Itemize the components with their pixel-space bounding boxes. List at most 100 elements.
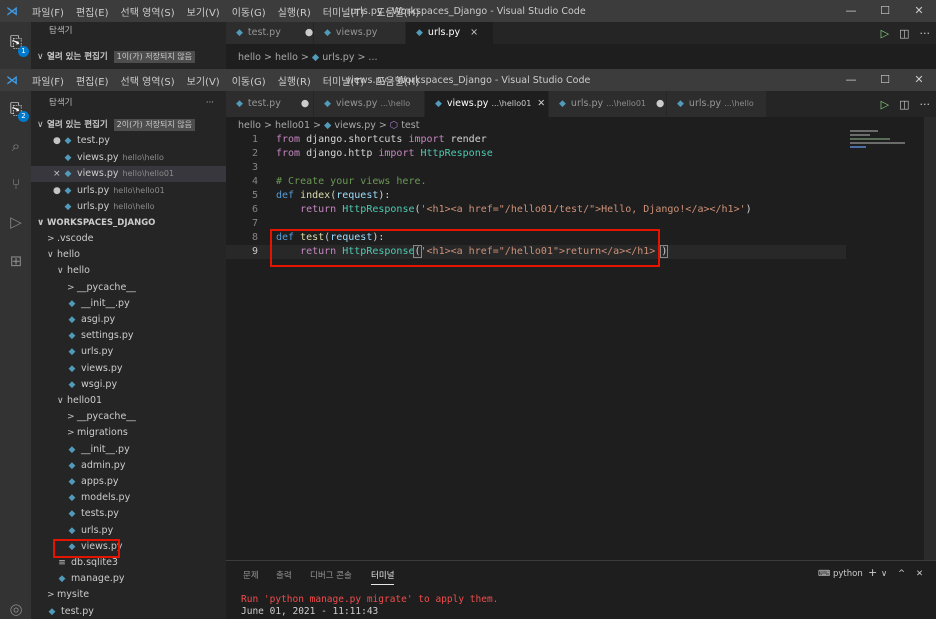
tree-file[interactable]: ◆ tests.py — [31, 506, 226, 522]
editor-scrollbar[interactable] — [924, 117, 936, 560]
open-editors-header[interactable]: ∨ 열려 있는 편집기 2이(가) 저장되지 않음 — [31, 117, 226, 133]
menu-file[interactable]: 파일(F) — [32, 73, 64, 88]
terminal-selector[interactable]: ⌨ python — [818, 569, 863, 579]
back-breadcrumb: hello > hello > ◆ urls.py > ... — [238, 52, 378, 63]
tree-folder[interactable]: > migrations — [31, 425, 226, 441]
breadcrumb-hello[interactable]: hello — [238, 120, 261, 131]
tree-file[interactable]: ◆ apps.py — [31, 474, 226, 490]
menu-terminal[interactable]: 터미널(T) — [323, 4, 365, 19]
tab-problems[interactable]: 문제 — [243, 569, 259, 581]
unsaved-dot-icon: ● — [300, 98, 310, 109]
account-icon[interactable]: ◎ — [6, 599, 26, 619]
code-line-1: 1 from django.shortcuts import render — [251, 134, 487, 145]
menu-go[interactable]: 이동(G) — [232, 73, 266, 88]
tree-file[interactable]: ◆ views.py — [31, 361, 226, 377]
minimize-button[interactable]: — — [834, 69, 868, 91]
menu-file[interactable]: 파일(F) — [32, 4, 64, 19]
menu-edit[interactable]: 편집(E) — [76, 4, 109, 19]
tree-file[interactable]: ◆ asgi.py — [31, 312, 226, 328]
tree-file[interactable]: ◆ __init__.py — [31, 442, 226, 458]
menu-view[interactable]: 보기(V) — [187, 4, 220, 19]
tree-folder[interactable]: > __pycache__ — [31, 280, 226, 296]
explorer-more-icon[interactable]: ··· — [206, 91, 214, 115]
menu-view[interactable]: 보기(V) — [187, 73, 220, 88]
back-sidebar: 탐색기 ∨ 열려 있는 편집기 1이(가) 저장되지 않음 — [31, 22, 226, 69]
chevron-down-icon: ∨ — [57, 396, 64, 406]
tree-folder[interactable]: > mysite — [31, 587, 226, 603]
breadcrumb-file[interactable]: views.py — [334, 120, 376, 131]
workspace-header[interactable]: ∨ WORKSPACES_DJANGO — [31, 215, 226, 231]
more-actions-icon[interactable]: ··· — [920, 27, 931, 40]
close-panel-button[interactable]: ✕ — [916, 569, 923, 579]
menu-selection[interactable]: 선택 영역(S) — [121, 4, 175, 19]
split-editor-icon[interactable]: ◫ — [899, 98, 909, 111]
open-editor-item[interactable]: ● ◆ test.py — [31, 133, 226, 149]
chevron-down-icon: ∨ — [47, 250, 54, 261]
menu-run[interactable]: 실행(R) — [278, 4, 311, 19]
menu-run[interactable]: 실행(R) — [278, 73, 311, 88]
menu-help[interactable]: 도움말(H) — [376, 4, 419, 19]
maximize-button[interactable]: ☐ — [868, 69, 902, 91]
tree-file[interactable]: ◆ admin.py — [31, 458, 226, 474]
run-icon[interactable]: ▷ — [881, 98, 889, 111]
minimap[interactable] — [850, 130, 920, 150]
menu-edit[interactable]: 편집(E) — [76, 73, 109, 88]
tab-terminal[interactable]: 터미널 — [371, 569, 395, 585]
open-editor-item[interactable]: ◆ urls.py hello\hello — [31, 199, 226, 215]
back-tab-views[interactable]: ◆ views.py — [314, 22, 406, 44]
extensions-icon[interactable]: ⊞ — [6, 251, 26, 271]
python-file-icon: ◆ — [64, 202, 72, 212]
close-window-button[interactable]: ✕ — [902, 0, 936, 22]
tree-file[interactable]: ◆ test.py — [31, 604, 226, 619]
tree-file[interactable]: ◆ urls.py — [31, 523, 226, 539]
back-tab-test[interactable]: ◆ test.py ● — [226, 22, 314, 44]
tree-file[interactable]: ◆ models.py — [31, 490, 226, 506]
tree-file[interactable]: ◆ __init__.py — [31, 296, 226, 312]
search-icon[interactable]: ⌕ — [6, 136, 26, 156]
tree-folder[interactable]: > __pycache__ — [31, 409, 226, 425]
tree-folder[interactable]: ∨ hello — [31, 247, 226, 263]
source-control-icon[interactable]: ⑂ — [6, 174, 26, 194]
editor-tab-bar: ◆ test.py ● ◆ views.py ...\hello ◆ views.py … — [226, 91, 936, 117]
tree-folder[interactable]: ∨ hello — [31, 263, 226, 279]
tab-output[interactable]: 출력 — [276, 569, 292, 581]
maximize-panel-button[interactable]: ^ — [898, 569, 905, 579]
tab-urls-hello01[interactable]: ◆ urls.py ...\hello01 ● — [549, 91, 667, 117]
maximize-button[interactable]: ☐ — [868, 0, 902, 22]
back-tab-urls[interactable]: ◆ urls.py × — [406, 22, 494, 44]
tree-file[interactable]: ◆ wsgi.py — [31, 377, 226, 393]
editor-state-icon[interactable]: × — [53, 166, 63, 182]
run-icon[interactable]: ▷ — [881, 27, 889, 40]
python-file-icon: ◆ — [64, 136, 72, 146]
breadcrumb-symbol[interactable]: test — [401, 120, 419, 131]
menu-terminal[interactable]: 터미널(T) — [323, 73, 365, 88]
more-actions-icon[interactable]: ··· — [920, 98, 931, 111]
tab-views-hello01[interactable]: ◆ views.py ...\hello01 ✕ — [425, 91, 549, 117]
open-editor-item[interactable]: × ◆ views.py hello\hello01 — [31, 166, 226, 182]
tab-views-hello[interactable]: ◆ views.py ...\hello — [314, 91, 425, 117]
tab-debug-console[interactable]: 디버그 콘솔 — [310, 569, 352, 581]
explorer-badge: 2 — [18, 111, 29, 122]
breadcrumb-hello01[interactable]: hello01 — [275, 120, 310, 131]
split-editor-icon[interactable]: ◫ — [899, 27, 909, 40]
open-editor-item[interactable]: ● ◆ urls.py hello\hello01 — [31, 183, 226, 199]
tree-folder[interactable]: > .vscode — [31, 231, 226, 247]
run-debug-icon[interactable]: ▷ — [6, 212, 26, 232]
terminal-dropdown-button[interactable]: ∨ — [881, 569, 887, 579]
tree-file[interactable]: ◆ manage.py — [31, 571, 226, 587]
tab-test-py[interactable]: ◆ test.py ● — [226, 91, 314, 117]
tab-urls-hello[interactable]: ◆ urls.py ...\hello — [667, 91, 767, 117]
tree-file[interactable]: ◆ urls.py — [31, 344, 226, 360]
menu-help[interactable]: 도움말(H) — [376, 73, 419, 88]
minimize-button[interactable]: — — [834, 0, 868, 22]
close-tab-icon[interactable]: ✕ — [537, 98, 545, 109]
tree-file[interactable]: ◆ settings.py — [31, 328, 226, 344]
back-open-editors[interactable]: ∨ 열려 있는 편집기 1이(가) 저장되지 않음 — [31, 49, 226, 65]
close-window-button[interactable]: ✕ — [902, 69, 936, 91]
tree-folder[interactable]: ∨ hello01 — [31, 393, 226, 409]
new-terminal-button[interactable]: + — [868, 566, 877, 579]
highlight-box-code — [270, 229, 660, 267]
menu-go[interactable]: 이동(G) — [232, 4, 266, 19]
open-editor-item[interactable]: ◆ views.py hello\hello — [31, 150, 226, 166]
menu-selection[interactable]: 선택 영역(S) — [121, 73, 175, 88]
